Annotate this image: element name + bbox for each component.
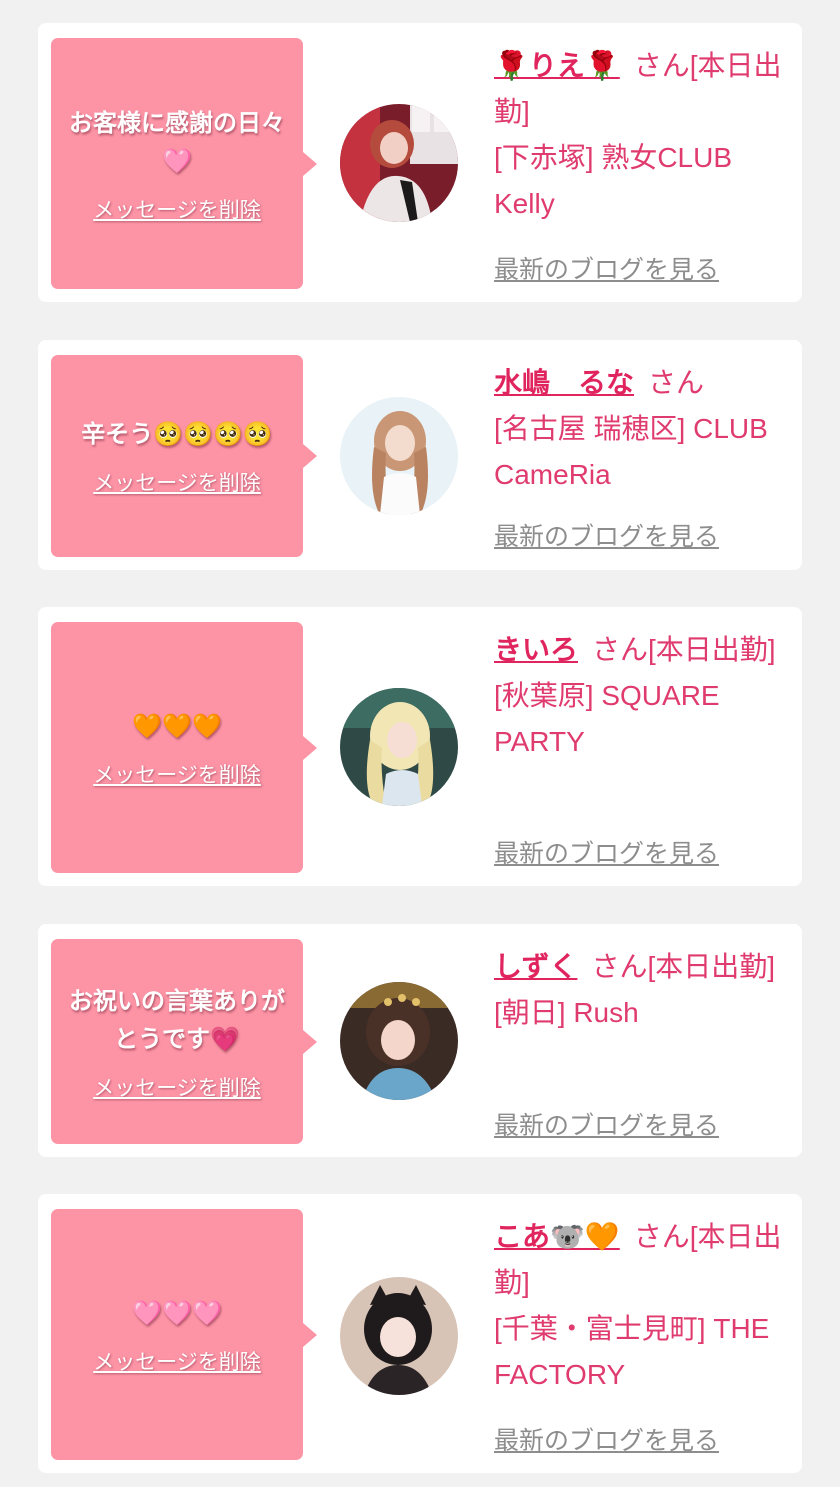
cast-name-link[interactable]: 🌹りえ🌹: [494, 50, 620, 81]
delete-message-link[interactable]: メッセージを削除: [93, 1346, 261, 1376]
avatar-image: [340, 104, 458, 222]
message-text: 🩷🩷🩷: [132, 1298, 222, 1327]
latest-blog-link[interactable]: 最新のブログを見る: [494, 250, 719, 286]
avatar[interactable]: [340, 688, 458, 806]
shop-name: [下赤塚] 熟女CLUB Kelly: [494, 142, 733, 219]
latest-blog-link[interactable]: 最新のブログを見る: [494, 834, 719, 870]
shop-name: [秋葉原] SQUARE PARTY: [494, 680, 720, 757]
avatar[interactable]: [340, 104, 458, 222]
latest-blog-link[interactable]: 最新のブログを見る: [494, 517, 719, 553]
cast-info: 水嶋 るな さん [名古屋 瑞穂区] CLUB CameRia: [494, 360, 784, 498]
message-text: お祝いの言葉ありがとうです💗: [69, 986, 285, 1053]
cast-status: さん[本日出勤]: [591, 951, 776, 982]
cast-name-link[interactable]: しずく: [494, 951, 577, 982]
avatar[interactable]: [340, 982, 458, 1100]
cast-status: さん[本日出勤]: [592, 634, 776, 665]
cast-status: さん: [648, 367, 705, 398]
cast-name-link[interactable]: 水嶋 るな: [494, 367, 634, 398]
message-bubble: お客様に感謝の日々🩷 メッセージを削除: [51, 38, 317, 289]
cast-name-link[interactable]: こあ🐨🧡: [494, 1221, 620, 1252]
shop-name: [朝日] Rush: [494, 997, 639, 1028]
message-card: 🧡🧡🧡 メッセージを削除 きいろ さん[本日出勤] [秋葉原] SQUARE PA…: [38, 607, 802, 886]
message-bubble: 🧡🧡🧡 メッセージを削除: [51, 622, 317, 873]
avatar[interactable]: [340, 1277, 458, 1395]
avatar-image: [340, 982, 458, 1100]
avatar[interactable]: [340, 397, 458, 515]
message-bubble: お祝いの言葉ありがとうです💗 メッセージを削除: [51, 939, 317, 1144]
shop-name: [千葉・富士見町] THE FACTORY: [494, 1313, 770, 1390]
avatar-image: [340, 397, 458, 515]
message-card: 辛そう🥺🥺🥺🥺 メッセージを削除 水嶋 るな さん [名古屋 瑞穂区] CLUB …: [38, 340, 802, 570]
cast-info: しずく さん[本日出勤] [朝日] Rush: [494, 944, 784, 1036]
message-text: お客様に感謝の日々🩷: [69, 108, 285, 175]
cast-info: 🌹りえ🌹 さん[本日出勤] [下赤塚] 熟女CLUB Kelly: [494, 43, 784, 227]
cast-name-link[interactable]: きいろ: [494, 634, 578, 665]
message-card: お客様に感謝の日々🩷 メッセージを削除 🌹りえ🌹 さん[本日出勤] [下赤塚] 熟…: [38, 23, 802, 302]
delete-message-link[interactable]: メッセージを削除: [93, 759, 261, 789]
cast-info: こあ🐨🧡 さん[本日出勤] [千葉・富士見町] THE FACTORY: [494, 1214, 784, 1398]
cast-info: きいろ さん[本日出勤] [秋葉原] SQUARE PARTY: [494, 627, 784, 765]
message-card: お祝いの言葉ありがとうです💗 メッセージを削除 しずく さん[本日出勤] [朝日]…: [38, 924, 802, 1157]
message-text: 辛そう🥺🥺🥺🥺: [81, 420, 273, 448]
message-bubble: 🩷🩷🩷 メッセージを削除: [51, 1209, 317, 1460]
delete-message-link[interactable]: メッセージを削除: [93, 1072, 261, 1102]
shop-name: [名古屋 瑞穂区] CLUB CameRia: [494, 413, 768, 490]
message-bubble: 辛そう🥺🥺🥺🥺 メッセージを削除: [51, 355, 317, 557]
message-text: 🧡🧡🧡: [132, 711, 222, 740]
latest-blog-link[interactable]: 最新のブログを見る: [494, 1106, 719, 1142]
message-card: 🩷🩷🩷 メッセージを削除 こあ🐨🧡 さん[本日出勤] [千葉・富士見町] THE …: [38, 1194, 802, 1473]
latest-blog-link[interactable]: 最新のブログを見る: [494, 1421, 719, 1457]
avatar-image: [340, 688, 458, 806]
delete-message-link[interactable]: メッセージを削除: [93, 467, 261, 497]
avatar-image: [340, 1277, 458, 1395]
delete-message-link[interactable]: メッセージを削除: [93, 194, 261, 224]
